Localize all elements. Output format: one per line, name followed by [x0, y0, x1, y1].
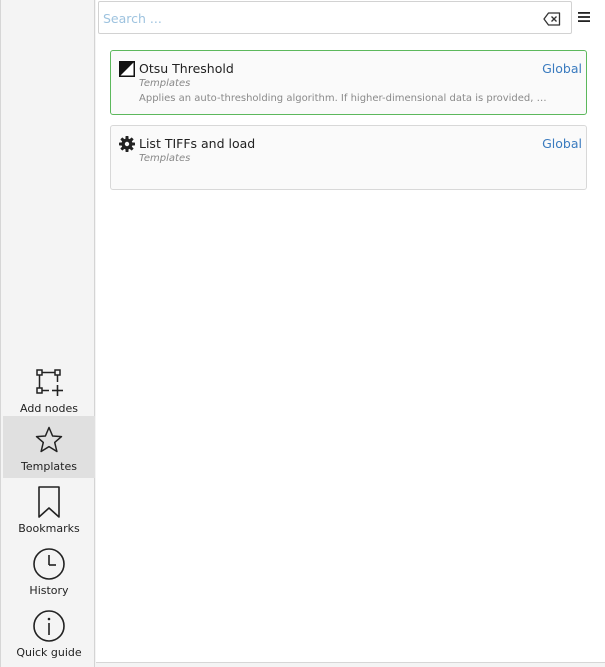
sidebar-item-quick-guide[interactable]: Quick guide — [3, 602, 95, 664]
sidebar-item-templates[interactable]: Templates — [3, 416, 95, 478]
threshold-icon — [119, 61, 135, 77]
clear-search-icon[interactable] — [543, 11, 561, 26]
sidebar-item-history[interactable]: History — [3, 540, 95, 602]
sidebar-item-label: Add nodes — [20, 402, 78, 415]
search-input[interactable] — [103, 9, 533, 27]
result-title: List TIFFs and load — [139, 136, 256, 151]
add-nodes-icon — [31, 364, 67, 400]
result-category: Templates — [139, 78, 191, 89]
panel-bottom-edge — [96, 662, 605, 667]
search-box — [98, 1, 572, 34]
result-scope-link[interactable]: Global — [542, 136, 582, 151]
sidebar-item-bookmarks[interactable]: Bookmarks — [3, 478, 95, 540]
sidebar: Add nodes Templates Bookmarks History Qu… — [2, 0, 95, 667]
result-card[interactable]: List TIFFs and load Templates Global — [110, 125, 587, 190]
sidebar-item-add-nodes[interactable]: Add nodes — [3, 358, 95, 420]
result-card[interactable]: Otsu Threshold Templates Applies an auto… — [110, 50, 587, 115]
result-scope-link[interactable]: Global — [542, 61, 582, 76]
result-category: Templates — [139, 153, 191, 164]
app-frame: Add nodes Templates Bookmarks History Qu… — [0, 0, 605, 667]
sidebar-item-label: History — [29, 584, 69, 597]
sidebar-item-label: Quick guide — [16, 646, 82, 659]
hamburger-menu-icon[interactable] — [577, 9, 591, 23]
main-panel: Otsu Threshold Templates Applies an auto… — [96, 0, 605, 667]
sidebar-item-label: Templates — [21, 460, 77, 473]
star-icon — [31, 422, 67, 458]
sidebar-item-label: Bookmarks — [18, 522, 80, 535]
clock-icon — [31, 546, 67, 582]
gear-icon — [119, 136, 135, 152]
result-title: Otsu Threshold — [139, 61, 234, 76]
bookmark-icon — [31, 484, 67, 520]
result-description: Applies an auto-thresholding algorithm. … — [139, 93, 549, 104]
info-icon — [31, 608, 67, 644]
